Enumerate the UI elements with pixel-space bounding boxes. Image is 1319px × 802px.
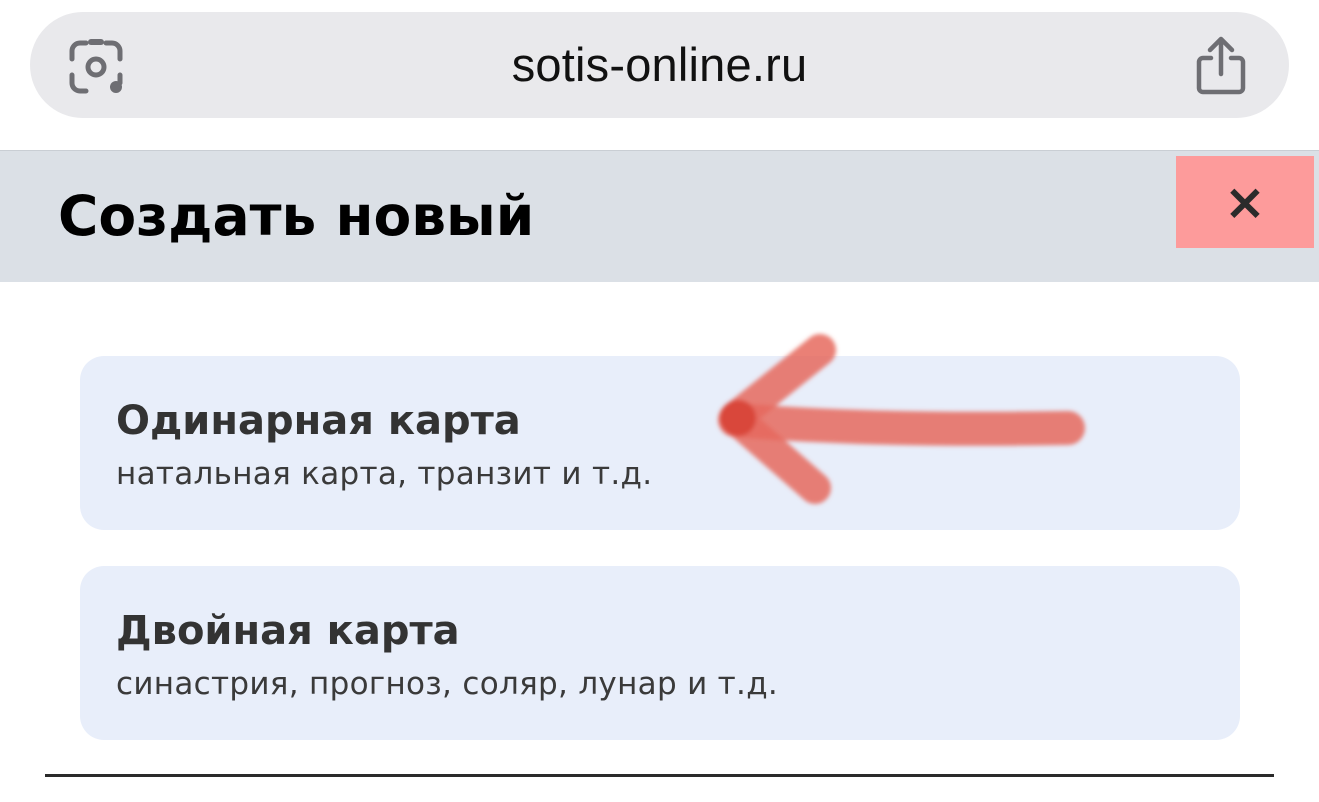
option-double-chart[interactable]: Двойная карта синастрия, прогноз, соляр,… [80, 566, 1240, 740]
close-icon: × [1224, 173, 1266, 231]
url-text[interactable]: sotis-online.ru [30, 12, 1289, 118]
page: sotis-online.ru Создать новый × Одинарна… [0, 0, 1319, 802]
share-icon[interactable] [1193, 36, 1249, 96]
option-title: Двойная карта [116, 608, 460, 654]
dialog-title: Создать новый [58, 184, 535, 248]
dialog-header: Создать новый × [0, 150, 1319, 282]
option-subtitle: синастрия, прогноз, соляр, лунар и т.д. [116, 666, 779, 702]
address-bar[interactable]: sotis-online.ru [30, 12, 1289, 118]
divider [45, 774, 1274, 777]
option-title: Одинарная карта [116, 398, 521, 444]
close-button[interactable]: × [1176, 156, 1314, 248]
option-subtitle: натальная карта, транзит и т.д. [116, 456, 653, 492]
option-single-chart[interactable]: Одинарная карта натальная карта, транзит… [80, 356, 1240, 530]
